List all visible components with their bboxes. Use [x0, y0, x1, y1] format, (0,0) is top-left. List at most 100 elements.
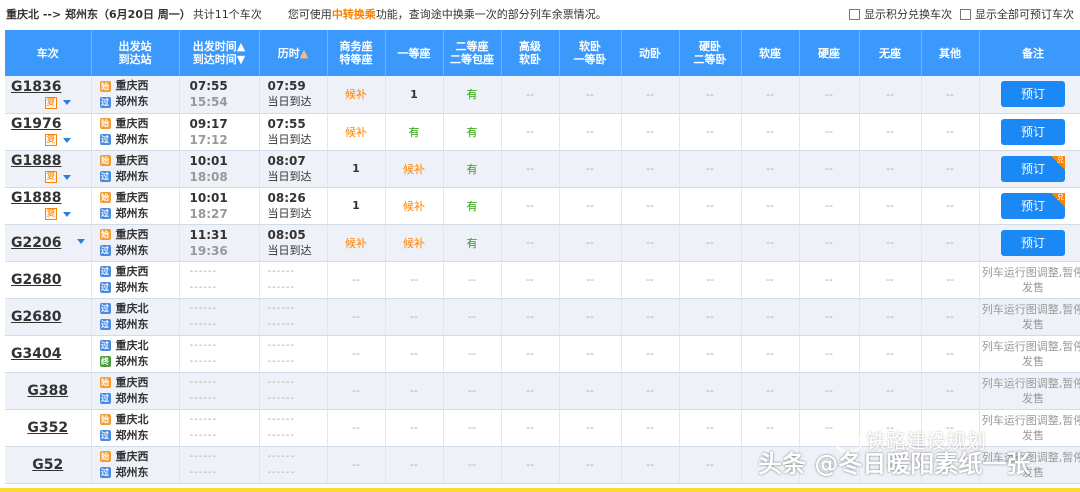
chevron-down-icon[interactable]	[63, 100, 71, 106]
seat-availability-cell: --	[501, 187, 560, 225]
seat-availability[interactable]: 候补	[403, 200, 425, 213]
show-bookable-trains-checkbox[interactable]	[960, 8, 971, 20]
seat-availability: --	[352, 458, 360, 471]
arrival-station[interactable]: 郑州东	[116, 206, 149, 222]
arrival-station[interactable]: 郑州东	[116, 317, 149, 333]
seat-availability-cell: --	[921, 187, 980, 225]
seat-availability-cell: --	[621, 335, 680, 373]
stations-cell: 始重庆西过郑州东	[91, 446, 180, 484]
seat-availability: --	[526, 236, 534, 249]
times-cell: 10:01 18:08	[179, 150, 260, 188]
seat-availability-cell: --	[921, 113, 980, 151]
arrival-station[interactable]: 郑州东	[116, 354, 149, 370]
seat-availability-cell: --	[327, 261, 386, 299]
seat-availability: --	[526, 87, 534, 101]
seat-availability-cell: --	[327, 446, 386, 484]
seat-availability-cell: --	[559, 298, 622, 336]
seat-availability: --	[410, 458, 418, 471]
train-number-link[interactable]: G388	[5, 383, 91, 399]
duration: ------	[267, 413, 296, 425]
arrival-station[interactable]: 郑州东	[116, 280, 149, 296]
departure-station[interactable]: 重庆北	[116, 412, 149, 428]
arrival-station[interactable]: 郑州东	[116, 243, 149, 259]
train-number-link[interactable]: G3404	[11, 346, 91, 362]
seat-availability[interactable]: 候补	[345, 88, 367, 101]
book-button[interactable]: 预订	[1001, 229, 1065, 256]
train-number-link[interactable]: G52	[5, 457, 91, 473]
seat-availability[interactable]: 候补	[345, 126, 367, 139]
seat-availability-cell: --	[741, 409, 800, 447]
table-row: G388 始重庆西过郑州东 ------ ------ ------ ------ -- --…	[5, 372, 1080, 410]
arrival-station[interactable]: 郑州东	[116, 465, 149, 481]
stations-cell: 始重庆西过郑州东	[91, 372, 180, 410]
duration-cell: ------ ------	[259, 298, 328, 336]
chevron-down-icon[interactable]	[63, 174, 71, 180]
seat-availability[interactable]: 候补	[403, 237, 425, 250]
train-number-link[interactable]: G2680	[11, 309, 91, 325]
departure-station[interactable]: 重庆西	[116, 264, 149, 280]
train-number-link[interactable]: G1888	[11, 153, 91, 169]
arrival-time: 17:12	[189, 132, 228, 147]
seat-availability: --	[646, 384, 654, 397]
fuxing-badge-icon: 复	[45, 96, 57, 109]
seat-availability-cell: 候补	[327, 224, 386, 262]
seat-availability: --	[825, 310, 833, 323]
train-number-link[interactable]: G1976	[11, 116, 91, 132]
arrival-station[interactable]: 郑州东	[116, 169, 149, 185]
chevron-down-icon[interactable]	[63, 211, 71, 217]
train-number-link[interactable]: G1888	[11, 190, 91, 206]
seat-availability[interactable]: 候补	[345, 237, 367, 250]
header-duration[interactable]: 历时▲	[259, 30, 328, 76]
show-points-trains-checkbox[interactable]	[849, 8, 860, 20]
train-number-link[interactable]: G352	[5, 420, 91, 436]
arrival-station[interactable]: 郑州东	[116, 428, 149, 444]
header-soft-sleeper: 软卧 一等卧	[559, 30, 622, 76]
book-button[interactable]: 预订兑	[1001, 192, 1065, 219]
chevron-down-icon[interactable]	[63, 137, 71, 143]
seat-availability-cell: --	[799, 261, 860, 299]
departure-station[interactable]: 重庆北	[116, 301, 149, 317]
stations-cell: 始重庆西过郑州东	[91, 224, 180, 262]
train-number-link[interactable]: G1836	[11, 79, 91, 95]
show-bookable-trains-option[interactable]: 显示全部可预订车次	[960, 6, 1074, 22]
seat-availability: --	[586, 347, 594, 360]
seat-availability-cell: --	[559, 187, 622, 225]
seat-availability: --	[352, 310, 360, 323]
duration-cell: 08:26 当日到达	[259, 187, 328, 225]
chevron-down-icon[interactable]	[77, 238, 85, 244]
departure-station[interactable]: 重庆西	[116, 153, 149, 169]
header-times[interactable]: 出发时间▲ 到达时间▼	[179, 30, 260, 76]
departure-station[interactable]: 重庆西	[116, 78, 149, 94]
seat-availability: --	[766, 273, 774, 286]
seat-availability: --	[825, 199, 833, 212]
seat-availability: --	[646, 125, 654, 138]
train-number-link[interactable]: G2680	[11, 272, 91, 288]
departure-station[interactable]: 重庆西	[116, 227, 149, 243]
seat-availability: --	[886, 347, 894, 360]
book-button[interactable]: 预订	[1001, 81, 1065, 108]
table-row: G1888 复始重庆西过郑州东 10:01 18:08 08:07 当日到达 1 候补有 -- -…	[5, 150, 1080, 188]
train-cell: G1976 复	[5, 113, 92, 151]
book-button[interactable]: 预订兑	[1001, 155, 1065, 182]
transfer-link[interactable]: 中转换乘	[332, 8, 376, 21]
station-pass-icon: 过	[99, 134, 111, 145]
seat-availability-cell: --	[501, 372, 560, 410]
seat-availability: --	[410, 273, 418, 286]
seat-availability: --	[410, 384, 418, 397]
seat-availability-cell: --	[621, 446, 680, 484]
arrival-station[interactable]: 郑州东	[116, 132, 149, 148]
seat-availability-cell: --	[559, 150, 622, 188]
departure-station[interactable]: 重庆北	[116, 338, 149, 354]
departure-station[interactable]: 重庆西	[116, 116, 149, 132]
seat-availability: --	[352, 421, 360, 434]
seat-availability[interactable]: 候补	[403, 163, 425, 176]
arrival-day-note: ------	[267, 429, 296, 441]
departure-station[interactable]: 重庆西	[116, 449, 149, 465]
departure-station[interactable]: 重庆西	[116, 190, 149, 206]
book-button[interactable]: 预订	[1001, 118, 1065, 145]
arrival-station[interactable]: 郑州东	[116, 391, 149, 407]
show-points-trains-option[interactable]: 显示积分兑换车次	[849, 6, 952, 22]
seat-availability-cell: --	[385, 298, 444, 336]
departure-station[interactable]: 重庆西	[116, 375, 149, 391]
arrival-station[interactable]: 郑州东	[116, 94, 149, 110]
